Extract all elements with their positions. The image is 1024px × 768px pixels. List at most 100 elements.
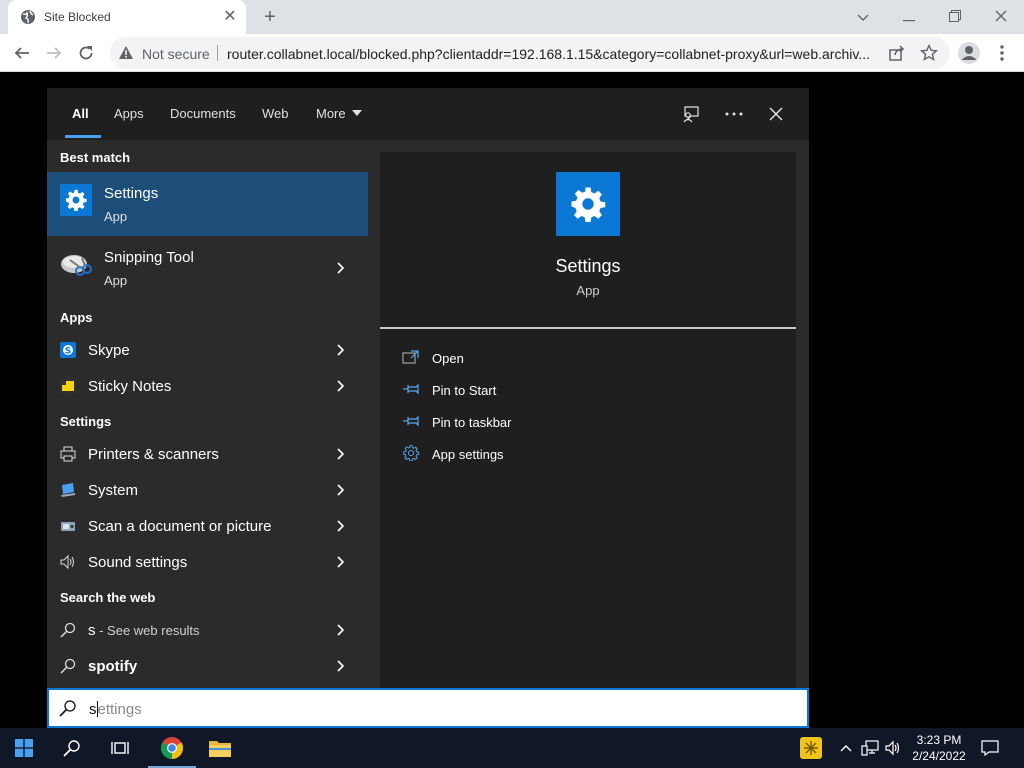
result-skype[interactable]: S Skype <box>47 332 368 368</box>
reload-icon <box>79 46 93 60</box>
tab-more[interactable]: More <box>316 106 363 121</box>
result-sticky-notes[interactable]: Sticky Notes <box>47 368 368 404</box>
task-view-button[interactable] <box>96 728 144 768</box>
speaker-icon <box>885 740 900 756</box>
restore-button[interactable] <box>932 0 978 34</box>
close-window-button[interactable] <box>978 0 1024 34</box>
tab-search-chevron-icon[interactable] <box>840 0 886 34</box>
chevron-right-icon[interactable] <box>335 553 347 571</box>
tab-close-icon[interactable]: ✕ <box>220 7 240 27</box>
open-icon <box>402 350 419 364</box>
folder-icon <box>209 741 231 757</box>
minimize-button[interactable] <box>886 0 932 34</box>
close-icon <box>769 107 783 121</box>
globe-icon <box>21 10 35 24</box>
svg-text:S: S <box>65 347 71 357</box>
chevron-right-icon[interactable] <box>335 341 347 359</box>
scanner-icon <box>60 518 76 534</box>
result-settings-app[interactable]: Settings App <box>47 172 368 236</box>
notification-icon <box>981 740 999 756</box>
clock-date: 2/24/2022 <box>912 749 966 763</box>
result-sound-settings[interactable]: Sound settings <box>47 544 368 580</box>
best-match-header: Best match <box>60 150 131 165</box>
result-web-spotify[interactable]: spotify <box>47 648 368 684</box>
tab-web[interactable]: Web <box>262 106 289 121</box>
search-input[interactable]: settings <box>47 688 809 728</box>
laptop-icon <box>60 482 76 498</box>
security-status[interactable]: Not secure <box>142 46 210 62</box>
pin-icon <box>403 383 419 395</box>
result-label: Scan a document or picture <box>88 518 272 535</box>
tab-title: Site Blocked <box>44 10 111 24</box>
network-status[interactable] <box>860 738 880 758</box>
browser-toolbar: Not secure router.collabnet.local/blocke… <box>0 34 1024 72</box>
kebab-menu-icon <box>1000 45 1004 61</box>
chevron-right-icon[interactable] <box>335 377 347 395</box>
search-icon <box>60 622 76 638</box>
bookmark-star-icon[interactable] <box>920 44 938 62</box>
show-hidden-icons-button[interactable] <box>836 738 856 758</box>
result-label: Skype <box>88 342 130 359</box>
url-text[interactable]: router.collabnet.local/blocked.php?clien… <box>227 46 877 62</box>
address-bar[interactable]: Not secure router.collabnet.local/blocke… <box>110 37 950 69</box>
chevron-right-icon[interactable] <box>335 517 347 535</box>
windows-taskbar: 3:23 PM 2/24/2022 <box>0 728 1024 768</box>
chevron-right-icon[interactable] <box>335 481 347 499</box>
settings-header: Settings <box>60 414 112 429</box>
result-printers-scanners[interactable]: Printers & scanners <box>47 436 368 472</box>
network-icon <box>861 740 879 756</box>
ellipsis-icon <box>725 112 743 116</box>
chevron-right-icon[interactable] <box>335 657 347 675</box>
reload-button[interactable] <box>72 39 100 67</box>
close-search-button[interactable] <box>764 102 788 126</box>
chevron-right-icon[interactable] <box>335 445 347 463</box>
chevron-right-icon[interactable] <box>335 259 347 277</box>
start-button[interactable] <box>0 728 48 768</box>
more-options-button[interactable] <box>722 102 746 126</box>
chevron-right-icon[interactable] <box>335 621 347 639</box>
start-search-panel: All Apps Documents Web More Best match S… <box>47 88 809 688</box>
browser-menu-button[interactable] <box>994 40 1010 66</box>
action-pin-to-taskbar[interactable]: Pin to taskbar <box>402 410 702 434</box>
share-icon[interactable] <box>888 44 906 62</box>
action-label: Open <box>432 351 464 366</box>
action-label: Pin to taskbar <box>432 415 512 430</box>
taskbar-chrome[interactable] <box>148 728 196 768</box>
action-pin-to-start[interactable]: Pin to Start <box>402 378 702 402</box>
chrome-icon <box>161 737 183 759</box>
result-subtitle: App <box>104 273 128 288</box>
tab-apps[interactable]: Apps <box>114 106 144 121</box>
result-web-s[interactable]: s - See web results <box>47 612 368 648</box>
tray-app-icon[interactable] <box>800 737 822 759</box>
taskbar-clock[interactable]: 3:23 PM 2/24/2022 <box>906 732 972 764</box>
taskbar-search-button[interactable] <box>48 728 96 768</box>
action-app-settings[interactable]: App settings <box>402 442 702 466</box>
detail-title: Settings <box>555 256 621 276</box>
skype-icon: S <box>60 342 76 358</box>
result-scan-document[interactable]: Scan a document or picture <box>47 508 368 544</box>
volume-control[interactable] <box>884 738 904 758</box>
result-label: spotify <box>88 658 138 675</box>
search-panel-header: All Apps Documents Web More <box>47 88 809 140</box>
tab-all[interactable]: All <box>72 106 89 121</box>
url-separator <box>217 45 218 61</box>
search-web-header: Search the web <box>60 590 156 605</box>
speaker-icon <box>60 554 76 570</box>
profile-avatar[interactable] <box>958 42 980 64</box>
action-center-button[interactable] <box>980 738 1000 758</box>
settings-gear-icon <box>556 172 620 236</box>
search-icon <box>63 740 80 757</box>
browser-tab[interactable]: Site Blocked ✕ <box>8 0 246 34</box>
feedback-icon <box>683 106 699 123</box>
tab-documents[interactable]: Documents <box>170 106 236 121</box>
taskbar-file-explorer[interactable] <box>196 728 244 768</box>
result-snipping-tool[interactable]: Snipping Tool App <box>47 236 368 300</box>
feedback-button[interactable] <box>679 102 703 126</box>
forward-button[interactable] <box>40 39 68 67</box>
action-open[interactable]: Open <box>402 346 702 370</box>
result-system[interactable]: System <box>47 472 368 508</box>
printer-icon <box>60 446 76 462</box>
back-button[interactable] <box>8 39 36 67</box>
new-tab-button[interactable]: + <box>258 5 282 29</box>
result-label: s - See web results <box>88 622 200 639</box>
